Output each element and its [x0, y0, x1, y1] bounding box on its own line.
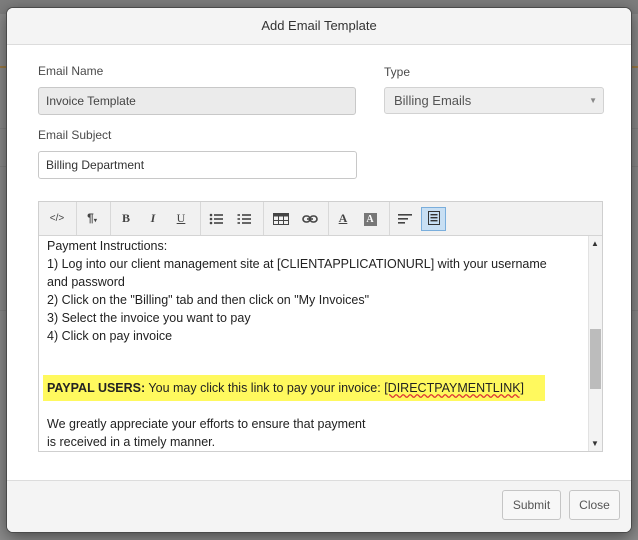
font-color-icon[interactable]: A [332, 208, 354, 229]
paypal-label: PAYPAL USERS: [47, 381, 146, 395]
toolbar-divider [389, 202, 390, 235]
editor-content[interactable]: Payment Instructions: 1) Log into our cl… [39, 236, 588, 451]
editor-line: Payment Instructions: [47, 239, 168, 253]
italic-icon[interactable]: I [142, 208, 164, 229]
paypal-line: PAYPAL USERS: You may click this link to… [47, 379, 524, 397]
link-icon[interactable] [298, 208, 322, 229]
direct-payment-link[interactable]: [DIRECTPAYMENTLINK] [384, 381, 524, 395]
email-name-label: Email Name [38, 64, 104, 78]
editor-toolbar: </> ¶▾ B I U A A [39, 202, 602, 236]
editor-line: We greatly appreciate your efforts to en… [47, 417, 366, 431]
dialog-title: Add Email Template [261, 18, 377, 33]
editor-scrollbar[interactable]: ▲ ▼ [588, 236, 602, 451]
dialog-header: Add Email Template [7, 8, 631, 45]
editor-line: 4) Click on pay invoice [47, 329, 173, 343]
editor-line: 1) Log into our client management site a… [47, 257, 547, 271]
submit-button[interactable]: Submit [502, 490, 561, 520]
bold-icon[interactable]: B [115, 208, 137, 229]
paragraph-icon[interactable]: ¶▾ [81, 208, 103, 229]
scrollbar-thumb[interactable] [590, 329, 601, 389]
toolbar-divider [263, 202, 264, 235]
editor-line: 3) Select the invoice you want to pay [47, 311, 251, 325]
ordered-list-icon[interactable] [233, 208, 255, 229]
scroll-up-icon[interactable]: ▲ [591, 239, 599, 248]
type-select-value: Billing Emails [394, 93, 472, 108]
background-color-icon[interactable]: A [359, 208, 381, 229]
toolbar-divider [328, 202, 329, 235]
fullscreen-icon[interactable] [421, 207, 446, 231]
add-email-template-dialog: Add Email Template Email Name Type Billi… [7, 8, 631, 532]
toolbar-divider [76, 202, 77, 235]
paypal-text: You may click this link to pay your invo… [145, 381, 385, 395]
email-subject-input[interactable] [38, 151, 357, 179]
email-name-input[interactable] [38, 87, 356, 115]
scroll-down-icon[interactable]: ▼ [591, 439, 599, 448]
table-icon[interactable] [268, 208, 294, 229]
close-button[interactable]: Close [569, 490, 620, 520]
email-subject-label: Email Subject [38, 128, 112, 142]
toolbar-divider [110, 202, 111, 235]
align-icon[interactable] [394, 208, 416, 229]
type-select[interactable]: Billing Emails ▼ [384, 87, 604, 114]
rich-text-editor: </> ¶▾ B I U A A Payment Instructions: 1… [38, 201, 603, 452]
chevron-down-icon: ▼ [589, 96, 597, 105]
code-view-icon[interactable]: </> [45, 208, 69, 229]
type-label: Type [384, 65, 411, 79]
editor-line: 2) Click on the "Billing" tab and then c… [47, 293, 370, 307]
underline-icon[interactable]: U [170, 208, 192, 229]
toolbar-divider [200, 202, 201, 235]
unordered-list-icon[interactable] [205, 208, 227, 229]
dialog-footer: Submit Close [7, 480, 631, 532]
editor-line: and password [47, 275, 125, 289]
editor-line: is received in a timely manner. [47, 435, 216, 449]
